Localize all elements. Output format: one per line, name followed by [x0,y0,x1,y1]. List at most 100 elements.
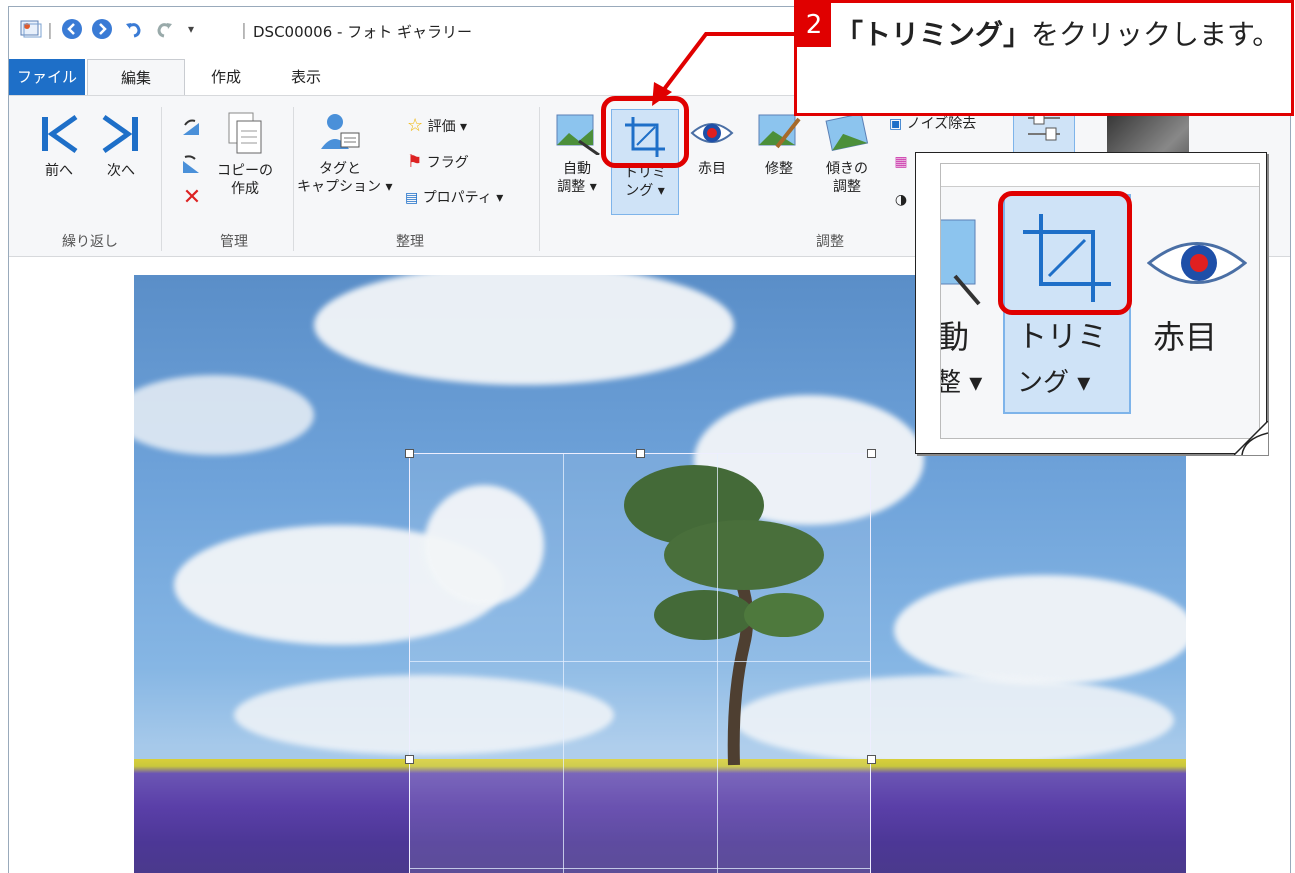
copy-button[interactable]: コピーの 作成 [213,111,277,198]
retouch-icon [758,114,801,149]
redo-icon[interactable] [151,17,177,41]
eye-icon [1147,242,1247,284]
group-divider [293,107,294,251]
customize-icon[interactable]: ▾ [181,17,201,41]
back-icon[interactable] [59,17,85,41]
crop-handle-top-right[interactable] [867,449,876,458]
eye-icon [690,123,734,143]
cloud [894,575,1186,685]
exposure-button[interactable]: ◑ [889,191,913,209]
rotate-left-button[interactable] [177,117,207,146]
crop-handle-right[interactable] [867,755,876,764]
forward-icon[interactable] [89,17,115,41]
crop-handle-top[interactable] [636,449,645,458]
star-icon: ☆ [407,115,424,136]
redeye-button[interactable]: 赤目 [687,111,737,178]
tag-person-icon [321,114,360,149]
page-curl-icon [1234,421,1268,455]
straighten-label-line1: 傾きの [826,161,868,177]
rotate-left-icon [183,119,199,135]
group-label-adjust: 調整 [816,234,844,250]
flag-icon: ⚑ [407,152,423,172]
tab-edit[interactable]: 編集 [87,59,185,96]
copy-label-line1: コピーの [217,163,273,179]
auto-adjust-button[interactable]: 自動 調整 ▾ [549,111,605,196]
color-button[interactable]: ▦ [889,153,913,171]
delete-button[interactable]: ✕ [179,187,205,209]
next-icon [102,114,138,154]
color-icon: ▦ [894,154,908,170]
auto-adjust-label-line2: 調整 ▾ [557,179,597,195]
noise-reduction-button[interactable]: ▣ ノイズ除去 [889,115,999,133]
tag-caption-label-line2: キャプション ▾ [297,179,393,195]
tag-caption-button[interactable]: タグと キャプション ▾ [297,111,393,196]
crop-label-line2: ング ▾ [625,183,665,199]
retouch-button[interactable]: 修整 [751,111,807,178]
zoom-tab-strip [941,164,1259,187]
cloud [314,275,734,385]
group-label-repeat: 繰り返し [62,234,118,250]
instruction-rest: をクリックします。 [1031,18,1281,51]
instruction-callout: 2 「トリミング」をクリックします。 [794,0,1294,116]
group-divider [161,107,162,251]
app-icon[interactable] [19,17,43,41]
zoom-crop-highlight [998,191,1132,315]
prev-button[interactable]: 前へ [31,111,87,180]
crop-gridline [717,454,718,873]
rotate-right-button[interactable] [177,153,207,182]
straighten-label-line2: 調整 [833,179,861,195]
crop-gridline [410,661,870,662]
copy-label-line2: 作成 [231,181,259,197]
straighten-icon [825,113,869,152]
crop-frame[interactable] [409,453,871,873]
undo-icon[interactable] [121,17,147,41]
properties-button[interactable]: ▤ プロパティ ▾ [405,189,535,207]
tab-create[interactable]: 作成 [191,59,261,95]
exposure-icon: ◑ [894,192,908,208]
straighten-button[interactable]: 傾きの 調整 [817,111,877,196]
instruction-bold: 「トリミング」 [835,18,1032,51]
arrow-icon [652,32,800,106]
redeye-label: 赤目 [698,161,726,177]
step-badge: 2 [797,3,831,47]
prev-icon [42,114,78,154]
prev-label: 前へ [45,163,73,179]
rating-label: 評価 ▾ [427,119,468,135]
separator-icon: | [47,19,53,39]
instruction-text: 「トリミング」をクリックします。 [835,11,1285,59]
next-button[interactable]: 次へ [93,111,149,180]
zoom-inset: 動 整 ▾ トリミ ング ▾ 赤目 [915,152,1268,455]
group-divider [539,107,540,251]
delete-icon: ✕ [182,185,202,210]
auto-adjust-label-line1: 自動 [563,161,591,177]
flag-label: フラグ [426,155,469,171]
group-label-organize: 整理 [396,234,424,250]
zoom-crop-label-line2: ング ▾ [1017,368,1091,398]
auto-adjust-icon [556,114,600,157]
next-label: 次へ [107,163,135,179]
zoom-auto-label-line2: 整 ▾ [941,368,983,398]
crop-handle-top-left[interactable] [405,449,414,458]
rating-button[interactable]: ☆ 評価 ▾ [407,117,503,136]
noise-icon: ▣ [889,116,903,132]
copy-icon [228,112,262,154]
crop-handle-left[interactable] [405,755,414,764]
properties-icon: ▤ [405,190,419,206]
tab-file[interactable]: ファイル [9,59,85,95]
rotate-right-icon [183,155,199,173]
tag-caption-label-line1: タグと [319,161,361,177]
zoom-redeye-label: 赤目 [1153,318,1218,356]
separator-icon: | [241,19,247,39]
tab-view[interactable]: 表示 [271,59,341,95]
crop-gridline [563,454,564,873]
flag-button[interactable]: ⚑ フラグ [407,153,503,172]
properties-label: プロパティ ▾ [422,190,504,206]
cloud [134,375,314,455]
window-title: DSC00006 - フォト ギャラリー [253,23,472,41]
auto-adjust-icon [941,219,981,306]
zoom-auto-label-line1: 動 [940,318,970,356]
crop-gridline [410,868,870,869]
group-label-manage: 管理 [220,234,248,250]
zoom-crop-label-line1: トリミ [1017,320,1107,355]
noise-label: ノイズ除去 [906,116,977,132]
